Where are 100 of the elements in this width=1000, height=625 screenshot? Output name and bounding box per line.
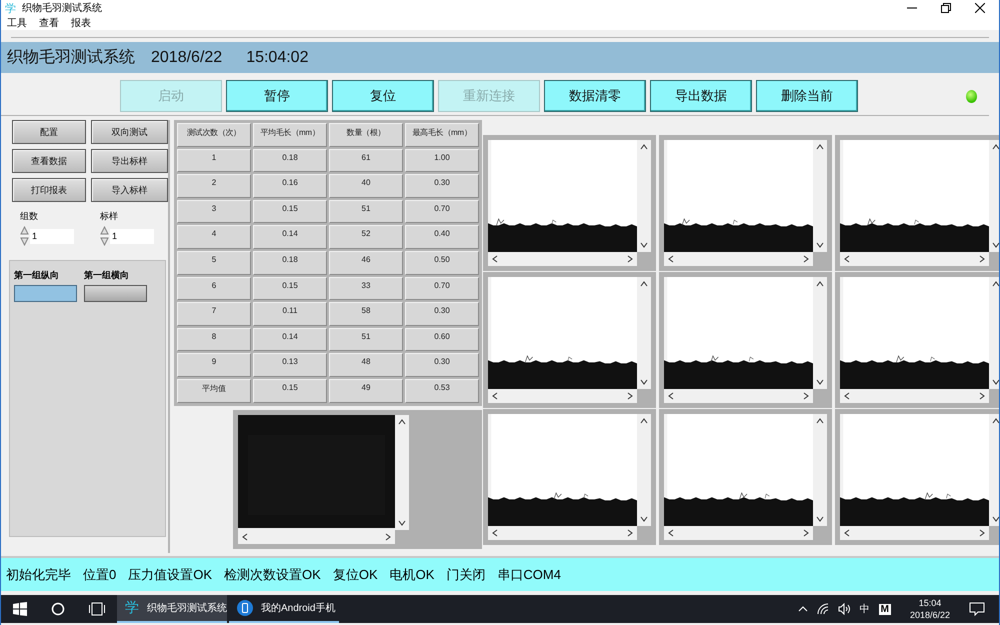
table-cell: 4 xyxy=(177,225,251,249)
table-cell: 58 xyxy=(329,302,403,326)
scroll-down-icon xyxy=(640,516,648,522)
toolbar-button[interactable]: 数据清零 xyxy=(544,80,646,112)
scroll-right-icon xyxy=(803,529,809,537)
scroll-up-icon xyxy=(816,418,824,424)
spinner-field[interactable]: 1 xyxy=(110,228,154,244)
vertical-scrollbar[interactable] xyxy=(989,414,999,526)
taskbar-app[interactable]: 我的Android手机 xyxy=(229,595,339,623)
notification-icon[interactable] xyxy=(969,602,985,616)
table-cell: 1 xyxy=(177,148,251,172)
taskbar-app[interactable]: 学 织物毛羽测试系统 xyxy=(117,595,227,623)
horizontal-scrollbar[interactable] xyxy=(488,252,637,266)
volume-icon[interactable] xyxy=(838,603,851,615)
vertical-scrollbar[interactable] xyxy=(395,414,409,530)
table-cell: 0.70 xyxy=(405,200,479,224)
vertical-scrollbar[interactable] xyxy=(989,140,999,252)
scroll-down-icon xyxy=(992,516,999,522)
scroll-right-icon xyxy=(979,255,985,263)
table-cell: 0.14 xyxy=(253,225,327,249)
toolbar-button[interactable]: 删除当前 xyxy=(756,80,858,112)
table-cell: 0.30 xyxy=(405,174,479,198)
ime-indicator[interactable]: 中 xyxy=(860,602,870,616)
spinner-arrows-icon[interactable] xyxy=(100,226,109,246)
vertical-scrollbar[interactable] xyxy=(813,277,827,389)
scroll-right-icon xyxy=(627,255,633,263)
table-cell: 48 xyxy=(329,353,403,377)
vertical-scrollbar[interactable] xyxy=(989,277,999,389)
side-button[interactable]: 配置 xyxy=(12,120,86,144)
horizontal-scrollbar[interactable] xyxy=(488,389,637,403)
wifi-icon[interactable] xyxy=(816,603,829,615)
side-button[interactable]: 查看数据 xyxy=(12,149,86,173)
spinner-arrows-icon[interactable] xyxy=(20,226,29,246)
clock-time[interactable]: 15:04 xyxy=(918,597,942,609)
scroll-up-icon xyxy=(816,281,824,287)
status-text: 门关闭 xyxy=(446,566,486,584)
table-cell: 0.16 xyxy=(253,174,327,198)
vertical-scrollbar[interactable] xyxy=(813,140,827,252)
scroll-right-icon xyxy=(627,392,633,400)
direction-toggle[interactable] xyxy=(14,285,77,302)
vertical-scrollbar[interactable] xyxy=(637,414,651,526)
table-cell: 8 xyxy=(177,328,251,352)
horizontal-scrollbar[interactable] xyxy=(840,252,989,266)
header-title: 织物毛羽测试系统 xyxy=(7,48,135,68)
spinner-label: 组数 xyxy=(20,210,39,223)
scroll-left-icon xyxy=(242,532,248,541)
table-cell: 0.15 xyxy=(253,200,327,224)
menu-item[interactable]: 报表 xyxy=(71,16,91,30)
task-view-icon[interactable] xyxy=(89,602,105,616)
toolbar-button[interactable]: 暂停 xyxy=(226,80,328,112)
table-cell: 平均值 xyxy=(177,378,251,403)
status-text: 复位OK xyxy=(332,566,378,584)
side-button[interactable]: 导入标样 xyxy=(91,178,168,202)
side-button[interactable]: 打印报表 xyxy=(12,178,86,202)
scroll-left-icon xyxy=(492,529,498,537)
scroll-right-icon xyxy=(979,529,985,537)
side-button[interactable]: 导出标样 xyxy=(91,149,168,173)
spinner-field[interactable]: 1 xyxy=(30,228,74,244)
header-time: 15:04:02 xyxy=(246,48,308,66)
scroll-left-icon xyxy=(844,392,850,400)
horizontal-scrollbar[interactable] xyxy=(664,389,813,403)
menu-item[interactable]: 查看 xyxy=(39,16,59,30)
scroll-down-icon xyxy=(992,242,999,248)
horizontal-scrollbar[interactable] xyxy=(238,530,395,544)
ime-mode-button[interactable]: M xyxy=(878,604,891,614)
restore-icon[interactable] xyxy=(941,3,951,13)
scroll-down-icon xyxy=(398,520,406,526)
side-button[interactable]: 双向测试 xyxy=(91,120,168,144)
table-cell: 9 xyxy=(177,353,251,377)
toolbar-button[interactable]: 复位 xyxy=(332,80,434,112)
windows-icon[interactable] xyxy=(13,602,27,616)
table-cell: 0.15 xyxy=(253,276,327,300)
horizontal-scrollbar[interactable] xyxy=(840,389,989,403)
scroll-up-icon xyxy=(640,281,648,287)
horizontal-scrollbar[interactable] xyxy=(664,252,813,266)
horizontal-scrollbar[interactable] xyxy=(488,526,637,540)
scroll-up-icon xyxy=(992,281,999,287)
menu-item[interactable]: 工具 xyxy=(7,16,27,30)
scroll-right-icon xyxy=(385,532,391,541)
search-icon[interactable] xyxy=(51,602,65,616)
direction-label: 第一组横向 xyxy=(84,269,130,282)
scroll-up-icon xyxy=(816,144,824,150)
close-icon[interactable] xyxy=(975,3,985,13)
table-cell: 0.18 xyxy=(253,148,327,172)
column-header: 数量（根） xyxy=(329,123,403,147)
table-cell: 7 xyxy=(177,302,251,326)
scroll-down-icon xyxy=(816,242,824,248)
table-cell: 0.70 xyxy=(405,276,479,300)
scroll-down-icon xyxy=(640,379,648,385)
clock-date[interactable]: 2018/6/22 xyxy=(910,609,950,621)
table-cell: 0.18 xyxy=(253,250,327,275)
chevron-up-icon[interactable] xyxy=(798,606,808,612)
horizontal-scrollbar[interactable] xyxy=(664,526,813,540)
toolbar-button[interactable]: 导出数据 xyxy=(650,80,752,112)
vertical-scrollbar[interactable] xyxy=(637,277,651,389)
scroll-left-icon xyxy=(492,392,498,400)
vertical-scrollbar[interactable] xyxy=(637,140,651,252)
direction-toggle[interactable] xyxy=(84,285,147,302)
horizontal-scrollbar[interactable] xyxy=(840,526,989,540)
vertical-scrollbar[interactable] xyxy=(813,414,827,526)
